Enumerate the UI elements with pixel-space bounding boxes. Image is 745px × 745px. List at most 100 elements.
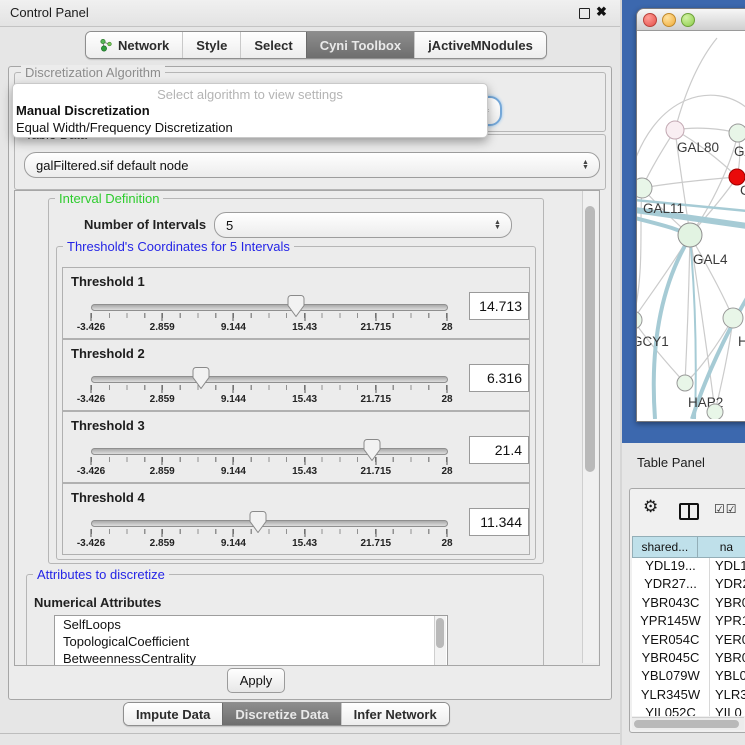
network-node-label: H (738, 334, 745, 349)
settings-scrollpane: Interval Definition Number of Intervals … (14, 190, 600, 666)
table-header-row: shared... na (632, 536, 745, 558)
tab-jactivemnodules[interactable]: jActiveMNodules (414, 32, 546, 58)
dropdown-option-manual[interactable]: Manual Discretization (13, 102, 487, 119)
table-hscrollbar[interactable] (632, 717, 744, 730)
tick-label: 2.859 (150, 538, 175, 549)
network-canvas[interactable]: GAL80GACGAL11GAL4GCY1HHAP2 (637, 30, 745, 419)
network-node-GAL80[interactable] (666, 121, 684, 139)
apply-button[interactable]: Apply (227, 668, 285, 693)
attribute-list-item[interactable]: TopologicalCoefficient (55, 633, 447, 650)
table-body: YDL19...YDL1YDR27...YDR2YBR043CYBR0YPR14… (632, 558, 745, 716)
tick-label: 15.43 (292, 466, 317, 477)
threshold-row: Threshold 2 -3.4262.8599.14415.4321.7152… (62, 339, 530, 411)
right-region: GAL80GACGAL11GAL4GCY1HHAP2 Table Panel ⚙… (622, 0, 745, 745)
network-node-label: GAL11 (643, 201, 684, 216)
tick-label: 9.144 (221, 538, 246, 549)
float-window-icon[interactable] (579, 8, 590, 19)
table-row[interactable]: YER054CYER0 (632, 632, 745, 650)
threshold-label: Threshold 3 (71, 418, 145, 433)
network-node-label: GA (734, 144, 745, 159)
network-node-GAL11[interactable] (637, 178, 652, 198)
scrollbar-thumb[interactable] (585, 206, 595, 472)
table-row[interactable]: YPR145WYPR1 (632, 613, 745, 631)
threshold-value-field[interactable] (469, 364, 529, 392)
split-columns-icon[interactable] (679, 503, 699, 520)
numerical-attributes-list: SelfLoopsTopologicalCoefficientBetweenne… (54, 615, 448, 666)
tick-label: 15.43 (292, 394, 317, 405)
threshold-value-field[interactable] (469, 508, 529, 536)
tick-label: 21.715 (361, 538, 392, 549)
tick-label: 15.43 (292, 322, 317, 333)
network-node-label: GAL4 (693, 252, 728, 267)
table-row[interactable]: YDR27...YDR2 (632, 576, 745, 594)
application-window: Control Panel ✖ Network Style Select Cyn… (0, 0, 745, 745)
hscrollbar-thumb[interactable] (634, 720, 739, 728)
table-row[interactable]: YBR045CYBR0 (632, 650, 745, 668)
table-data-value: galFiltered.sif default node (25, 158, 581, 173)
tab-infer-network[interactable]: Infer Network (341, 703, 449, 725)
network-icon (99, 38, 113, 52)
tick-label: 2.859 (150, 466, 175, 477)
table-row[interactable]: YDL19...YDL1 (632, 558, 745, 576)
table-data-combobox[interactable]: galFiltered.sif default node ▲▼ (24, 152, 600, 178)
close-icon[interactable]: ✖ (596, 4, 607, 20)
zoom-traffic-light[interactable] (681, 13, 695, 27)
network-node-GA[interactable] (729, 124, 745, 142)
algorithm-dropdown-popup: Select algorithm to view settings Manual… (12, 83, 488, 138)
tick-label: 21.715 (361, 394, 392, 405)
number-of-intervals-combobox[interactable]: 5 ▲▼ (214, 212, 512, 238)
network-view-window: GAL80GACGAL11GAL4GCY1HHAP2 (636, 8, 745, 422)
table-row[interactable]: YIL052CYIL0 (632, 705, 745, 716)
network-edge (685, 235, 690, 383)
cyni-bottom-tabs: Impute Data Discretize Data Infer Networ… (123, 702, 450, 726)
network-node-GCY1[interactable] (637, 311, 642, 329)
column-header-name[interactable]: na (698, 536, 745, 558)
select-columns-icon[interactable]: ☑☑ (714, 502, 738, 516)
control-panel-titlebar (0, 0, 620, 27)
tick-label: 2.859 (150, 322, 175, 333)
network-node-H[interactable] (723, 308, 743, 328)
attribute-list-item[interactable]: BetweennessCentrality (55, 650, 447, 666)
network-edge (642, 177, 737, 188)
tab-cyni-toolbox[interactable]: Cyni Toolbox (306, 32, 414, 58)
tab-network[interactable]: Network (86, 32, 182, 58)
list-scrollbar[interactable] (434, 616, 446, 666)
control-panel-tabs: Network Style Select Cyni Toolbox jActiv… (85, 31, 547, 59)
slider-tick-labels: -3.4262.8599.14415.4321.71528 (91, 322, 447, 334)
network-node[interactable] (707, 404, 723, 419)
tick-label: -3.426 (77, 322, 105, 333)
column-header-shared-name[interactable]: shared... (632, 536, 698, 558)
table-row[interactable]: YBR043CYBR0 (632, 595, 745, 613)
tick-label: 21.715 (361, 466, 392, 477)
tab-impute-data[interactable]: Impute Data (124, 703, 222, 725)
tab-select[interactable]: Select (240, 32, 305, 58)
close-traffic-light[interactable] (643, 13, 657, 27)
threshold-label: Threshold 1 (71, 274, 145, 289)
threshold-label: Threshold 4 (71, 490, 145, 505)
slider-ticks (91, 529, 447, 537)
threshold-value-field[interactable] (469, 292, 529, 320)
tab-style[interactable]: Style (182, 32, 240, 58)
table-row[interactable]: YLR345WYLR3 (632, 687, 745, 705)
network-node-HAP2[interactable] (677, 375, 693, 391)
table-row[interactable]: YBL079WYBL0 (632, 668, 745, 686)
network-node-label: C (740, 183, 745, 198)
attribute-list-item[interactable]: SelfLoops (55, 616, 447, 633)
tick-label: 28 (441, 466, 452, 477)
tab-discretize-data[interactable]: Discretize Data (222, 703, 340, 725)
network-node-GAL4[interactable] (678, 223, 702, 247)
network-edge (637, 320, 685, 383)
minimize-traffic-light[interactable] (662, 13, 676, 27)
table-panel-title: Table Panel (637, 455, 705, 470)
tick-label: 9.144 (221, 466, 246, 477)
thresholds-group-title: Threshold's Coordinates for 5 Intervals (63, 239, 294, 254)
dropdown-option-equal-width[interactable]: Equal Width/Frequency Discretization (13, 119, 487, 136)
settings-scrollbar[interactable] (582, 191, 598, 663)
discretization-algorithm-title: Discretization Algorithm (21, 65, 165, 80)
network-edge (675, 38, 717, 130)
threshold-row: Threshold 1 -3.4262.8599.14415.4321.7152… (62, 267, 530, 339)
tick-label: -3.426 (77, 466, 105, 477)
tick-label: 2.859 (150, 394, 175, 405)
gear-icon[interactable]: ⚙ (643, 497, 658, 517)
threshold-value-field[interactable] (469, 436, 529, 464)
